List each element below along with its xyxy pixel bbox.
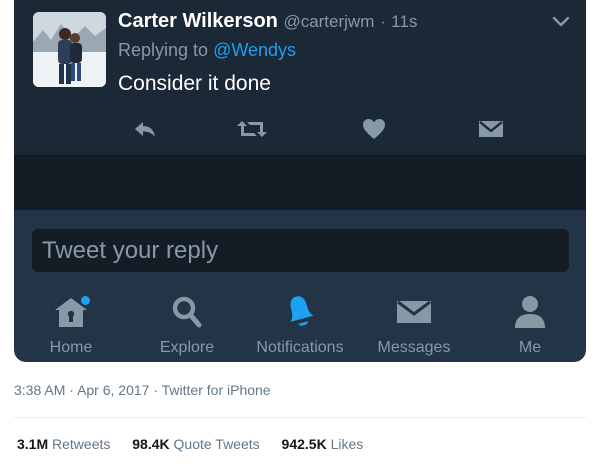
tweet-meta: 3:38 AM · Apr 6, 2017 · Twitter for iPho… (14, 382, 271, 398)
author-name[interactable]: Carter Wilkerson (118, 10, 278, 32)
replying-mention[interactable]: @Wendys (213, 40, 296, 60)
divider (14, 417, 586, 418)
reply-icon (135, 122, 155, 137)
tab-home-label: Home (49, 339, 93, 356)
tweet-header: Carter Wilkerson @carterjwm · 11s (118, 10, 417, 33)
reply-button[interactable] (128, 114, 162, 144)
quote-tweets-label: Quote Tweets (173, 436, 260, 452)
avatar[interactable] (33, 12, 106, 87)
retweet-button[interactable] (235, 114, 269, 144)
retweets-stat[interactable]: 3.1M Retweets (17, 436, 110, 452)
retweets-label: Retweets (52, 436, 111, 452)
retweets-count: 3.1M (17, 436, 49, 452)
chevron-down-icon[interactable] (552, 16, 570, 28)
direct-message-button[interactable] (474, 114, 508, 144)
meta-separator-2: · (153, 382, 159, 398)
meta-separator-1: · (69, 382, 74, 398)
like-button[interactable] (357, 114, 391, 144)
tab-notifications-label: Notifications (256, 339, 344, 356)
tab-me-label: Me (518, 339, 542, 356)
tab-home[interactable]: Home (45, 292, 97, 362)
tab-notifications[interactable]: Notifications (248, 292, 352, 362)
header-separator: · (379, 12, 386, 31)
quote-tweets-stat[interactable]: 98.4K Quote Tweets (132, 436, 259, 452)
likes-count: 942.5K (281, 436, 327, 452)
reply-input[interactable]: Tweet your reply (32, 229, 569, 272)
tweet-source[interactable]: Twitter for iPhone (162, 382, 271, 398)
like-icon (363, 119, 385, 139)
retweet-icon (237, 121, 267, 137)
likes-stat[interactable]: 942.5K Likes (282, 436, 364, 452)
tweet-actions (14, 114, 586, 144)
tab-me[interactable]: Me (510, 292, 550, 362)
embedded-screenshot: Carter Wilkerson @carterjwm · 11s Replyi… (14, 0, 586, 362)
search-icon (172, 296, 202, 328)
tab-messages[interactable]: Messages (370, 292, 458, 362)
reply-placeholder: Tweet your reply (42, 237, 219, 264)
tweet-time[interactable]: 3:38 AM (14, 382, 65, 398)
quote-tweets-count: 98.4K (132, 436, 170, 452)
tab-messages-label: Messages (377, 339, 451, 356)
tweet-text: Consider it done (118, 72, 271, 95)
likes-label: Likes (330, 436, 364, 452)
tweet-date[interactable]: Apr 6, 2017 (77, 382, 149, 398)
bell-icon (290, 296, 314, 326)
tweet-stats: 3.1M Retweets 98.4K Quote Tweets 942.5K … (17, 436, 381, 452)
tweet-age: 11s (391, 12, 418, 31)
tab-explore-label: Explore (159, 339, 215, 356)
section-divider (14, 155, 586, 210)
notification-dot (81, 296, 90, 305)
envelope-icon (397, 300, 431, 323)
person-icon (515, 296, 545, 328)
replying-to: Replying to @Wendys (118, 40, 296, 61)
direct-message-icon (479, 121, 503, 137)
author-handle[interactable]: @carterjwm (283, 12, 374, 31)
replying-prefix: Replying to (118, 40, 209, 60)
tab-bar: Home Explore Notifications Messages Me (14, 292, 586, 362)
tweet: Carter Wilkerson @carterjwm · 11s Replyi… (14, 0, 586, 155)
tab-explore[interactable]: Explore (152, 292, 222, 362)
